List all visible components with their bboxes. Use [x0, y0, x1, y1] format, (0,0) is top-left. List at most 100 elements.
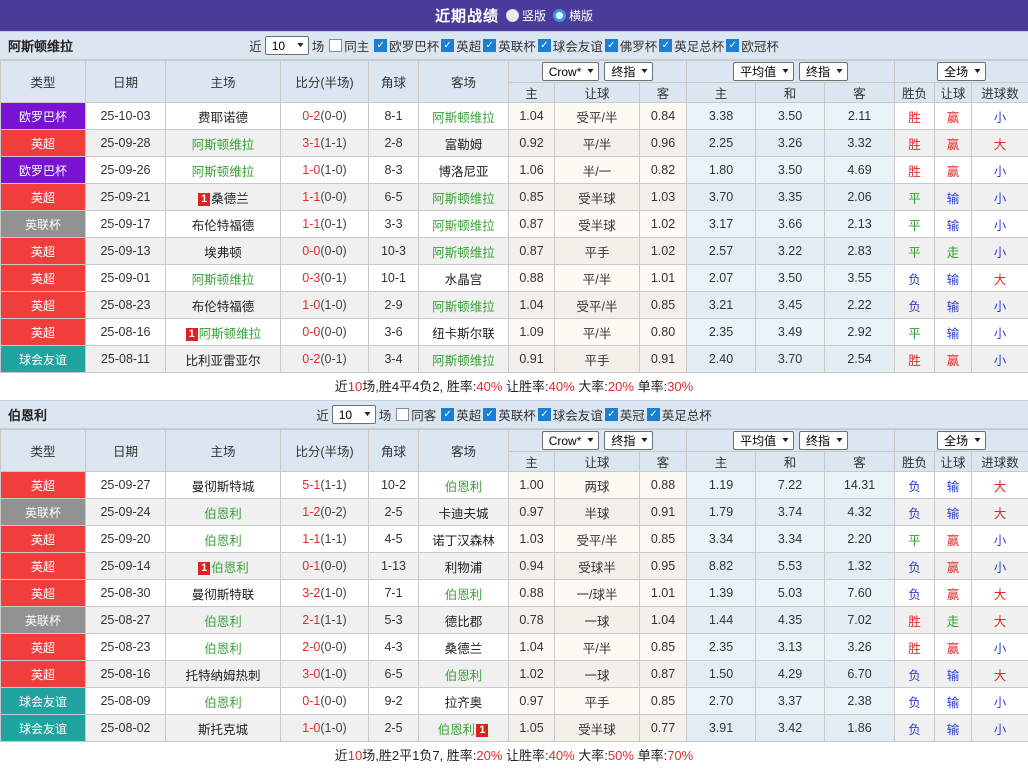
score-cell: 0-0(0-0): [281, 319, 369, 346]
league-filter[interactable]: ✓英超: [441, 405, 481, 424]
league-label: 英足总杯: [674, 36, 724, 55]
same-venue-checkbox[interactable]: [329, 39, 342, 52]
league-filter[interactable]: ✓欧罗巴杯: [374, 36, 439, 55]
summary-segment: 近: [335, 379, 348, 394]
team-text: 阿斯顿维拉: [192, 165, 255, 179]
recent-count-select[interactable]: 10 ▼: [265, 36, 309, 55]
odds-handicap: 平手: [555, 346, 640, 373]
result-goals: 小: [972, 292, 1028, 319]
league-checkbox[interactable]: ✓: [483, 408, 496, 421]
summary-segment: 20%: [476, 748, 502, 763]
chevron-down-icon: ▼: [972, 437, 982, 444]
radio-unselected-icon[interactable]: [506, 9, 519, 22]
fulltime-score: 2-0: [302, 640, 320, 654]
league-checkbox[interactable]: ✓: [605, 408, 618, 421]
result-goals: 小: [972, 526, 1028, 553]
team-text: 布伦特福德: [192, 219, 255, 233]
score-cell: 5-1(1-1): [281, 472, 369, 499]
avg-home: 2.35: [687, 319, 756, 346]
odds-stage-value: 终指: [611, 63, 635, 80]
recent-count-select[interactable]: 10 ▼: [332, 405, 376, 424]
avg-draw: 3.70: [756, 346, 825, 373]
avg-draw: 3.50: [756, 103, 825, 130]
league-filter[interactable]: ✓佛罗杯: [605, 36, 658, 55]
chevron-down-icon: ▼: [586, 437, 596, 444]
league-filter[interactable]: ✓欧冠杯: [726, 36, 779, 55]
result-goals: 小: [972, 346, 1028, 373]
league-filter[interactable]: ✓英超: [441, 36, 481, 55]
avg-draw: 3.34: [756, 526, 825, 553]
avg-away: 7.60: [825, 580, 895, 607]
avg-draw: 3.50: [756, 265, 825, 292]
home-team-cell: 斯托克城: [166, 715, 281, 742]
avg-stage-select[interactable]: 终指▼: [799, 62, 848, 81]
team-filter-bar: 阿斯顿维拉 近 10 ▼ 场 同主 ✓欧罗巴杯✓英超✓英联杯✓球会友谊✓佛罗杯✓…: [0, 31, 1028, 60]
red-card-badge: 1: [476, 724, 488, 737]
league-checkbox[interactable]: ✓: [441, 408, 454, 421]
match-date: 25-09-24: [86, 499, 166, 526]
league-checkbox[interactable]: ✓: [659, 39, 672, 52]
corner-count: 5-3: [369, 607, 419, 634]
scope-select[interactable]: 全场▼: [937, 62, 986, 81]
league-checkbox[interactable]: ✓: [647, 408, 660, 421]
away-team-cell: 阿斯顿维拉: [419, 346, 509, 373]
league-checkbox[interactable]: ✓: [726, 39, 739, 52]
odds-home: 1.02: [509, 661, 555, 688]
avg-draw: 3.26: [756, 130, 825, 157]
odds-away: 0.85: [640, 634, 687, 661]
team-text: 曼彻斯特联: [192, 588, 255, 602]
corner-count: 4-5: [369, 526, 419, 553]
same-venue-filter[interactable]: 同主: [329, 36, 369, 55]
away-team-cell: 水晶宫: [419, 265, 509, 292]
odds-source-select[interactable]: Crow*▼: [542, 62, 600, 81]
match-date: 25-08-02: [86, 715, 166, 742]
summary-segment: 70%: [667, 748, 693, 763]
odds-stage-select[interactable]: 终指▼: [604, 62, 653, 81]
league-filter[interactable]: ✓球会友谊: [538, 36, 603, 55]
avg-select[interactable]: 平均值▼: [733, 62, 794, 81]
league-filter[interactable]: ✓英足总杯: [659, 36, 724, 55]
odds-source-select[interactable]: Crow*▼: [542, 431, 600, 450]
summary-segment: 近: [335, 748, 348, 763]
away-team-cell: 拉齐奥: [419, 688, 509, 715]
avg-away: 2.54: [825, 346, 895, 373]
competition-badge: 球会友谊: [1, 346, 86, 373]
radio-selected-icon[interactable]: [553, 9, 566, 22]
odds-home: 0.97: [509, 688, 555, 715]
scope-select[interactable]: 全场▼: [937, 431, 986, 450]
avg-stage-select[interactable]: 终指▼: [799, 431, 848, 450]
odds-handicap: 平/半: [555, 265, 640, 292]
result-outcome: 负: [895, 661, 935, 688]
view-option-horizontal[interactable]: 横版: [553, 7, 593, 24]
league-filter[interactable]: ✓英联杯: [483, 36, 536, 55]
odds-handicap: 半球: [555, 499, 640, 526]
league-filter[interactable]: ✓球会友谊: [538, 405, 603, 424]
league-label: 球会友谊: [553, 36, 603, 55]
avg-select[interactable]: 平均值▼: [733, 431, 794, 450]
league-filter[interactable]: ✓英足总杯: [647, 405, 712, 424]
score-cell: 0-2(0-1): [281, 346, 369, 373]
match-date: 25-09-14: [86, 553, 166, 580]
odds-stage-select[interactable]: 终指▼: [604, 431, 653, 450]
same-venue-filter[interactable]: 同客: [396, 405, 436, 424]
corner-count: 2-8: [369, 130, 419, 157]
league-filter[interactable]: ✓英冠: [605, 405, 645, 424]
league-checkbox[interactable]: ✓: [538, 39, 551, 52]
result-handicap: 赢: [935, 526, 972, 553]
sub-header-avg-draw: 和: [756, 452, 825, 472]
league-checkbox[interactable]: ✓: [605, 39, 618, 52]
same-venue-checkbox[interactable]: [396, 408, 409, 421]
result-outcome: 负: [895, 499, 935, 526]
halftime-score: (1-0): [320, 586, 346, 600]
team-text: 伯恩利: [204, 642, 242, 656]
match-row: 英超25-08-161阿斯顿维拉0-0(0-0)3-6纽卡斯尔联1.09平/半0…: [1, 319, 1028, 346]
away-team-cell: 阿斯顿维拉: [419, 292, 509, 319]
avg-draw: 3.66: [756, 211, 825, 238]
fulltime-score: 0-0: [302, 325, 320, 339]
league-filter[interactable]: ✓英联杯: [483, 405, 536, 424]
view-option-vertical[interactable]: 竖版: [506, 7, 546, 24]
league-checkbox[interactable]: ✓: [441, 39, 454, 52]
league-checkbox[interactable]: ✓: [374, 39, 387, 52]
league-checkbox[interactable]: ✓: [538, 408, 551, 421]
league-checkbox[interactable]: ✓: [483, 39, 496, 52]
